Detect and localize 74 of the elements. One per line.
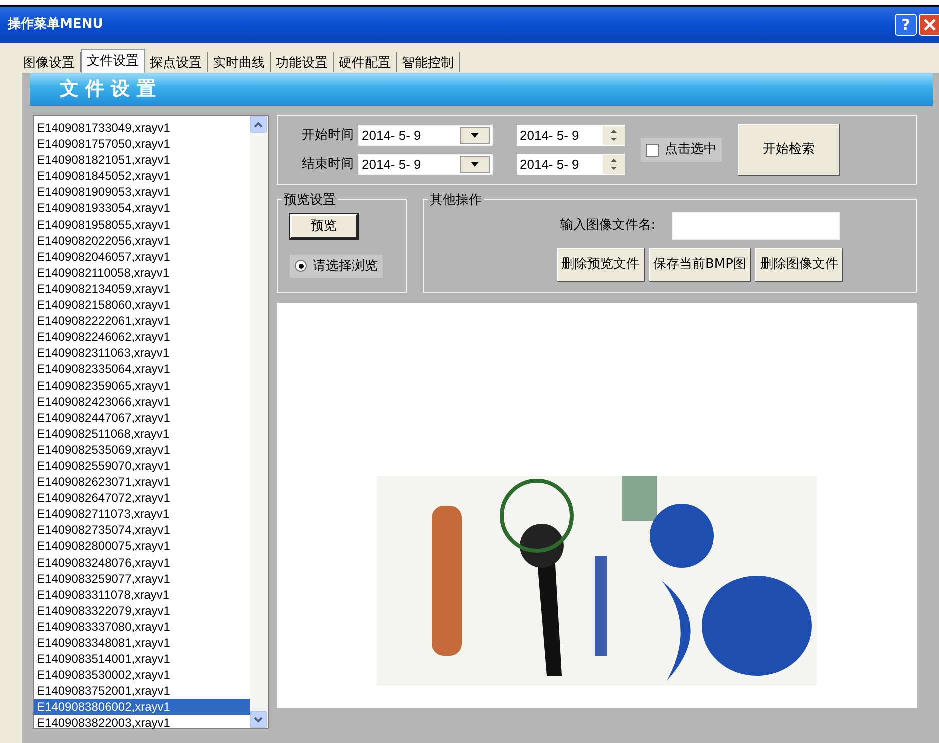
- file-list-item[interactable]: E1409081733049,xrayv1: [34, 120, 250, 136]
- select-checkbox[interactable]: 点击选中: [641, 138, 722, 162]
- spin-arrows-icon: [603, 126, 625, 145]
- close-button[interactable]: [919, 14, 939, 36]
- file-list-item[interactable]: E1409082222061,xrayv1: [34, 313, 250, 330]
- file-list-item[interactable]: E1409083530002,xrayv1: [34, 667, 250, 684]
- start-time-label: 开始时间: [302, 126, 354, 145]
- action-button[interactable]: 保存当前BMP图: [648, 248, 752, 282]
- browse-radio[interactable]: 请选择浏览: [290, 254, 383, 278]
- preview-button[interactable]: 预览: [290, 214, 358, 238]
- tab[interactable]: 功能设置: [271, 52, 334, 72]
- file-list-item[interactable]: E1409081845052,xrayv1: [34, 168, 250, 184]
- tab[interactable]: 文件设置: [81, 49, 145, 73]
- end-time-label: 结束时间: [302, 156, 354, 174]
- file-list-item[interactable]: E1409082559070,xrayv1: [34, 458, 250, 474]
- dropdown-arrow-icon: [471, 162, 479, 167]
- start-date-dropdown[interactable]: 2014- 5- 9: [358, 125, 493, 146]
- file-list-item[interactable]: E1409081757050,xrayv1: [34, 136, 250, 152]
- scroll-up-button[interactable]: [250, 116, 267, 133]
- file-list-item[interactable]: E1409082046057,xrayv1: [34, 248, 250, 265]
- file-list-item[interactable]: E1409081933054,xrayv1: [34, 200, 250, 217]
- tab[interactable]: 实时曲线: [208, 52, 271, 72]
- file-list-item[interactable]: E1409083806002,xrayv1: [34, 699, 250, 716]
- file-list-item[interactable]: E1409083248076,xrayv1: [34, 554, 250, 571]
- tab[interactable]: 探点设置: [145, 52, 208, 72]
- start-time-spinner[interactable]: 2014- 5- 9: [517, 125, 625, 146]
- file-list-item[interactable]: E1409082735074,xrayv1: [34, 522, 250, 538]
- file-list-item[interactable]: E1409082623071,xrayv1: [34, 474, 250, 490]
- file-list-item[interactable]: E1409082246062,xrayv1: [34, 329, 250, 346]
- file-list-item[interactable]: E1409082423066,xrayv1: [34, 394, 250, 410]
- spin-arrows-icon: [603, 155, 625, 174]
- file-list-item[interactable]: E1409082359065,xrayv1: [34, 378, 250, 394]
- scrollbar[interactable]: [250, 116, 268, 728]
- file-list-item[interactable]: E1409082134059,xrayv1: [34, 280, 250, 298]
- file-list-item[interactable]: E1409083337080,xrayv1: [34, 618, 250, 635]
- close-icon: [922, 18, 936, 32]
- file-list-item[interactable]: E1409081958055,xrayv1: [34, 216, 250, 233]
- file-list-item[interactable]: E1409082647072,xrayv1: [34, 490, 250, 506]
- file-list-item[interactable]: E1409083514001,xrayv1: [34, 651, 250, 668]
- action-button[interactable]: 删除预览文件: [556, 248, 644, 282]
- file-list-item[interactable]: E1409082447067,xrayv1: [34, 410, 250, 426]
- down-chevron-icon: [254, 716, 263, 722]
- window-title: 操作菜单MENU: [8, 16, 104, 34]
- section-header: 文 件 设 置: [30, 73, 933, 106]
- action-button[interactable]: 删除图像文件: [755, 248, 844, 282]
- file-list-item[interactable]: E1409083752001,xrayv1: [34, 683, 250, 700]
- file-list-item[interactable]: E1409083348081,xrayv1: [34, 635, 250, 652]
- file-list[interactable]: [33, 115, 269, 729]
- file-list-item[interactable]: E1409081821051,xrayv1: [34, 152, 250, 168]
- help-button[interactable]: ?: [895, 14, 917, 36]
- file-list-item[interactable]: E1409082335064,xrayv1: [34, 361, 250, 378]
- search-button[interactable]: 开始检索: [738, 124, 840, 176]
- filename-input[interactable]: [672, 212, 840, 240]
- filename-label: 输入图像文件名:: [560, 217, 656, 236]
- file-list-item[interactable]: E1409082110058,xrayv1: [34, 264, 250, 281]
- tab[interactable]: 硬件配置: [334, 52, 397, 72]
- file-list-item[interactable]: E1409082311063,xrayv1: [34, 345, 250, 362]
- file-list-item[interactable]: E1409083322079,xrayv1: [34, 602, 250, 619]
- file-list-item[interactable]: E1409082022056,xrayv1: [34, 232, 250, 249]
- file-list-item[interactable]: E1409082535069,xrayv1: [34, 442, 250, 458]
- file-list-item[interactable]: E1409081909053,xrayv1: [34, 184, 250, 200]
- scroll-down-button[interactable]: [250, 711, 267, 728]
- file-list-item[interactable]: E1409083259077,xrayv1: [34, 570, 250, 587]
- file-list-item[interactable]: E1409082800075,xrayv1: [34, 538, 250, 555]
- file-list-item[interactable]: E1409083311078,xrayv1: [34, 586, 250, 603]
- file-list-item[interactable]: E1409082158060,xrayv1: [34, 297, 250, 314]
- dropdown-arrow-icon: [471, 133, 479, 138]
- end-time-spinner[interactable]: 2014- 5- 9: [517, 154, 625, 175]
- file-list-item[interactable]: E1409083822003,xrayv1: [34, 715, 250, 732]
- file-list-item[interactable]: E1409082711073,xrayv1: [34, 506, 250, 522]
- end-date-dropdown[interactable]: 2014- 5- 9: [358, 154, 493, 175]
- file-list-item[interactable]: E1409082511068,xrayv1: [34, 426, 250, 442]
- tab[interactable]: 智能控制: [397, 52, 460, 72]
- up-chevron-icon: [254, 122, 263, 128]
